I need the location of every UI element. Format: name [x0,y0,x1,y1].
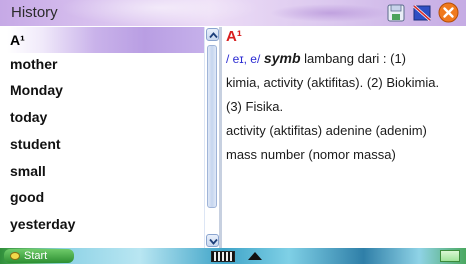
scroll-thumb[interactable] [207,45,217,208]
chevron-down-icon [209,238,218,245]
title-bar: History [0,0,466,26]
scroll-up-button[interactable] [206,28,219,41]
definition-line-1: / eɪ, e/ symb lambang dari : (1) [226,46,466,71]
start-button[interactable]: Start [4,249,74,263]
list-item-partial[interactable] [7,240,204,248]
list-item-a1[interactable]: A¹ [7,27,204,53]
tray-icon[interactable] [440,250,460,262]
start-icon [10,252,20,260]
list-item-monday[interactable]: Monday [7,77,204,103]
definition-line-4: activity (aktifitas) adenine (adenim) [226,123,427,138]
part-of-speech: symb [263,50,301,66]
list-item-mother[interactable]: mother [7,51,204,77]
definition-line-5: mass number (nomor massa) [226,147,396,162]
history-list: A¹ mother Monday today student small goo… [7,27,204,248]
window-title: History [11,4,58,21]
chevron-up-icon [209,32,218,39]
definition-panel: A¹ / eɪ, e/ symb lambang dari : (1) kimi… [222,27,466,248]
definition-line-2: kimia, activity (aktifitas). (2) Biokimi… [226,75,440,90]
list-item-today[interactable]: today [7,104,204,130]
pronunciation: / eɪ, e/ [226,52,261,66]
list-item-yesterday[interactable]: yesterday [7,211,204,237]
headword: A¹ [226,28,242,45]
definition-text-1: lambang dari : (1) [304,51,407,66]
taskbar: Start [0,248,466,264]
keyboard-icon[interactable] [211,251,235,262]
list-scrollbar[interactable] [204,27,219,248]
list-item-student[interactable]: student [7,131,204,157]
list-item-good[interactable]: good [7,184,204,210]
up-arrow-icon[interactable] [248,252,262,260]
definition-line-3: (3) Fisika. [226,99,284,114]
close-icon[interactable] [438,2,459,23]
start-label: Start [24,250,48,262]
scroll-down-button[interactable] [206,234,219,247]
save-icon[interactable] [386,3,406,23]
flag-icon[interactable] [412,3,432,23]
list-item-small[interactable]: small [7,158,204,184]
